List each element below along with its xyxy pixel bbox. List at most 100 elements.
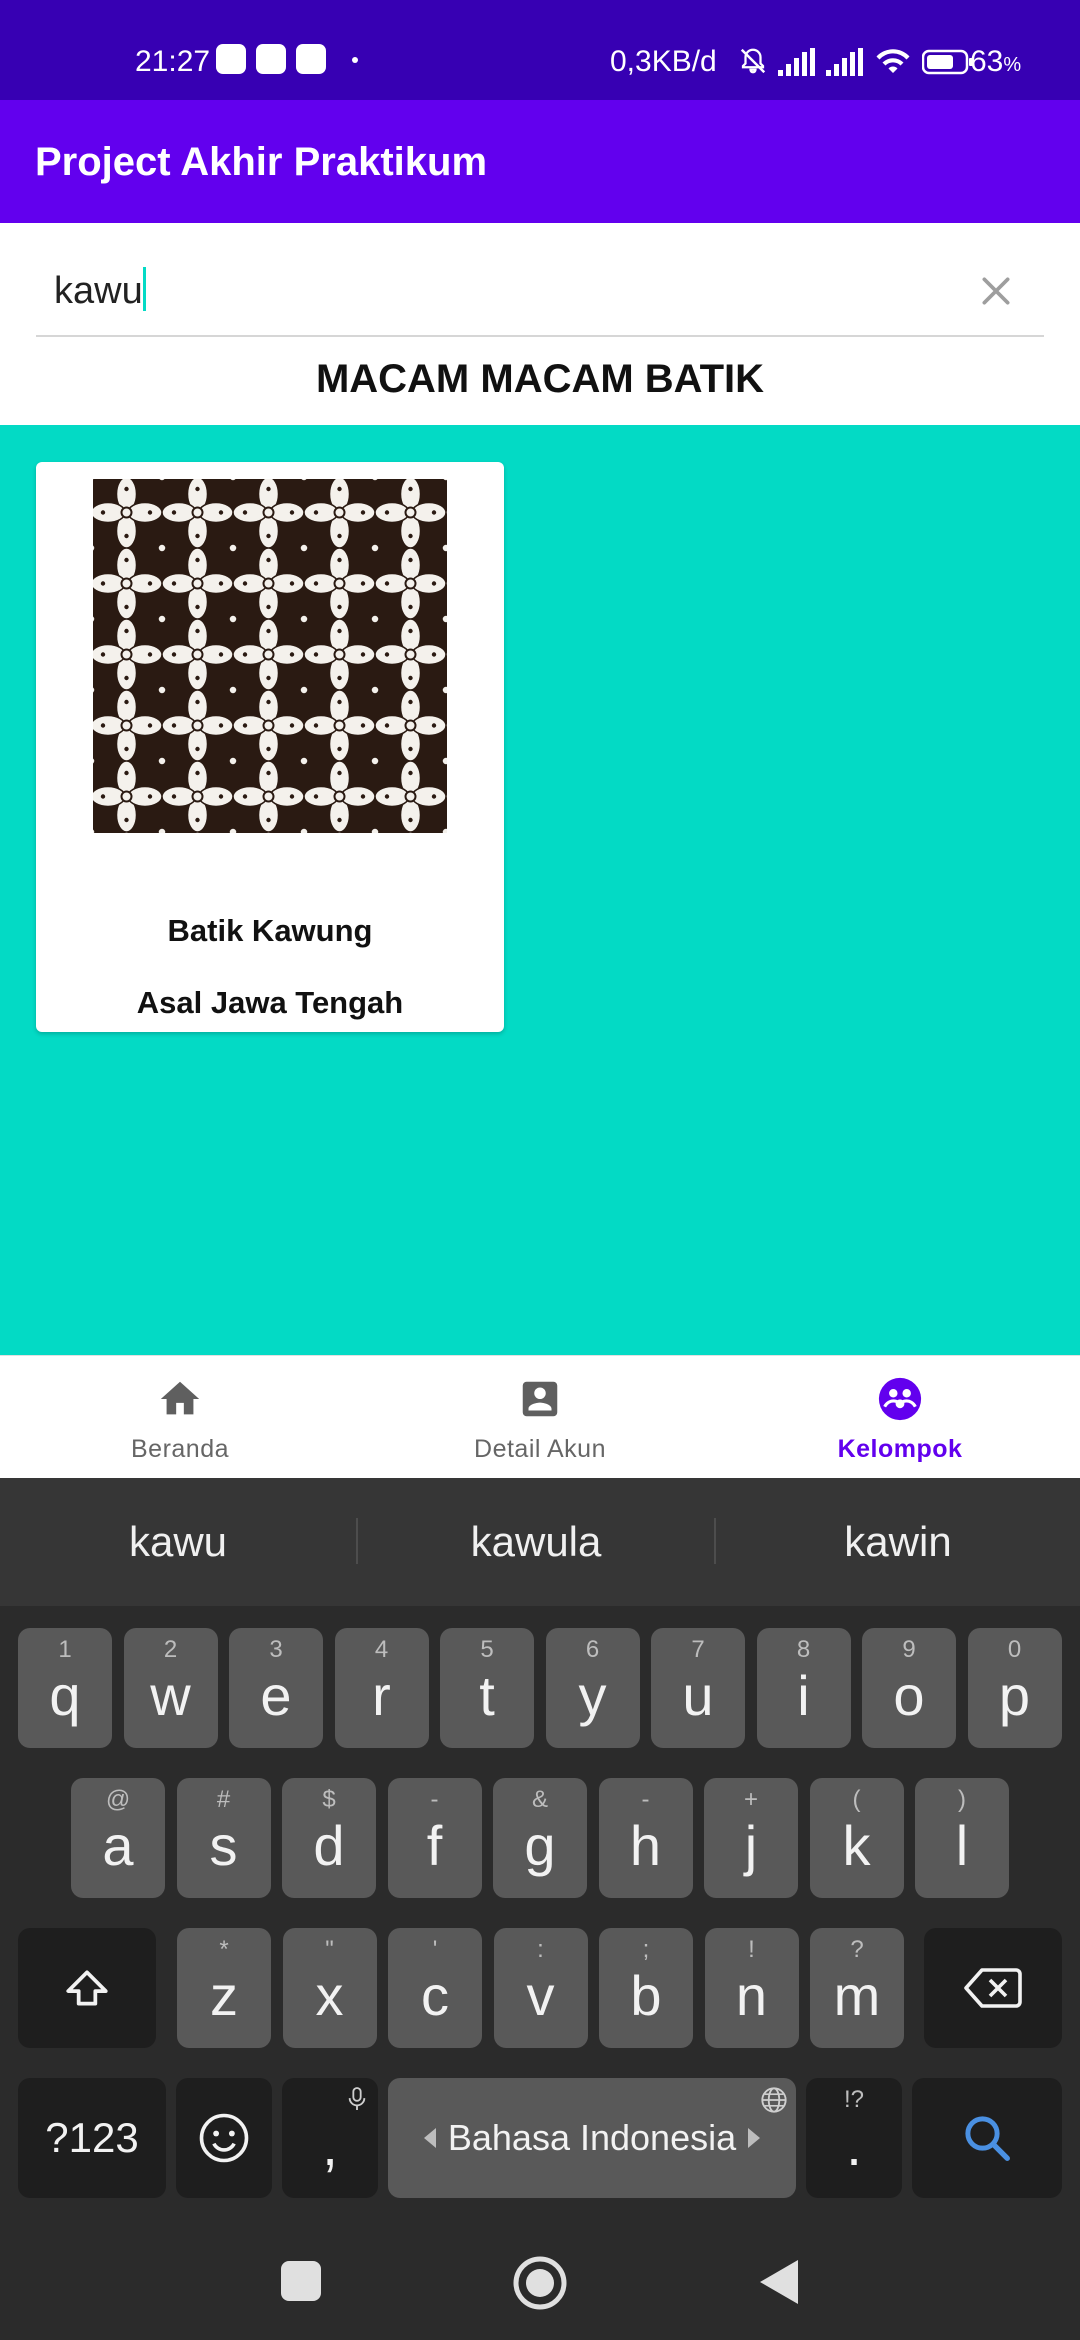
home-button-icon[interactable] xyxy=(512,2255,568,2311)
key-label: g xyxy=(524,1814,556,1877)
key-label: u xyxy=(682,1664,714,1727)
key-t[interactable]: 5t xyxy=(440,1628,534,1748)
key-label: r xyxy=(372,1664,391,1727)
symbols-key-label: ?123 xyxy=(45,2114,139,2161)
network-speed: 0,3KB/d xyxy=(610,45,717,78)
period-key[interactable]: !? . xyxy=(806,2078,902,2198)
key-hint: ! xyxy=(748,1936,755,1963)
batik-origin: Asal Jawa Tengah xyxy=(136,985,404,1020)
key-c[interactable]: ' c xyxy=(388,1928,482,2048)
space-key[interactable]: Bahasa Indonesia xyxy=(388,2078,796,2198)
key-e[interactable]: 3e xyxy=(229,1628,323,1748)
key-l[interactable]: ) l xyxy=(915,1778,1009,1898)
search-input-value[interactable]: kawu xyxy=(54,267,146,314)
status-time: 21:27 xyxy=(135,45,211,78)
key-hint: : xyxy=(537,1936,544,1963)
signal-icon xyxy=(826,48,863,76)
key-k[interactable]: (k xyxy=(809,1778,904,1898)
key-q[interactable]: 1q xyxy=(18,1628,112,1748)
key-hint: + xyxy=(743,1786,758,1813)
key-hint: @ xyxy=(105,1786,131,1813)
key-label: t xyxy=(479,1664,495,1727)
key-hint: 8 xyxy=(796,1636,811,1663)
key-r[interactable]: 4r xyxy=(334,1628,429,1748)
key-b[interactable]: ; b xyxy=(599,1928,693,2048)
key-hint: 7 xyxy=(691,1636,705,1663)
emoji-key[interactable] xyxy=(176,2078,272,2198)
instagram-icon xyxy=(256,44,286,74)
key-hint: # xyxy=(216,1786,231,1813)
text-caret xyxy=(142,267,146,311)
symbols-key[interactable]: ?123 xyxy=(18,2078,166,2198)
key-label: p xyxy=(998,1664,1031,1727)
suggestion-2[interactable]: kawula xyxy=(358,1478,714,1606)
system-navigation-bar xyxy=(0,2220,1080,2340)
key-label: h xyxy=(629,1814,662,1877)
key-z[interactable]: * z xyxy=(177,1928,271,2048)
key-v[interactable]: :v xyxy=(493,1928,588,2048)
nav-label-kelompok: Kelompok xyxy=(837,1435,963,1463)
key-m[interactable]: ? m xyxy=(810,1928,904,2048)
batik-list: Batik Kawung Asal Jawa Tengah xyxy=(0,425,1080,1355)
back-icon[interactable] xyxy=(758,2258,800,2306)
nav-item-kelompok[interactable]: Kelompok xyxy=(720,1356,1080,1479)
comma-key[interactable]: , xyxy=(282,2078,378,2198)
backspace-key[interactable] xyxy=(924,1928,1062,2048)
key-p[interactable]: 0p xyxy=(967,1628,1062,1748)
key-label: d xyxy=(313,1814,345,1877)
key-hint: 0 xyxy=(1007,1636,1022,1663)
status-bar: 21:27 0,3KB/d 63% xyxy=(0,0,1080,100)
close-icon[interactable] xyxy=(976,271,1016,311)
key-label: o xyxy=(893,1664,925,1727)
key-w[interactable]: 2w xyxy=(123,1628,218,1748)
key-label: i xyxy=(797,1664,810,1727)
emoji-icon xyxy=(199,2113,249,2163)
backspace-icon xyxy=(964,1968,1022,2008)
microphone-icon xyxy=(348,2087,366,2110)
key-label: f xyxy=(426,1814,443,1877)
shift-icon xyxy=(66,1970,108,2006)
batik-card[interactable]: Batik Kawung Asal Jawa Tengah xyxy=(36,462,504,1032)
battery-icon xyxy=(922,49,973,75)
key-g[interactable]: & g xyxy=(493,1778,587,1898)
search-key[interactable] xyxy=(912,2078,1062,2198)
key-j[interactable]: + j xyxy=(704,1778,798,1898)
nav-item-detail-akun[interactable]: Detail Akun xyxy=(360,1356,720,1479)
recents-icon[interactable] xyxy=(280,2260,322,2302)
key-label: a xyxy=(102,1814,134,1877)
key-hint: ) xyxy=(958,1786,966,1813)
key-label: q xyxy=(49,1664,81,1727)
home-icon xyxy=(160,1381,200,1415)
key-f[interactable]: -f xyxy=(387,1778,482,1898)
key-h[interactable]: -h xyxy=(598,1778,693,1898)
key-d[interactable]: $ d xyxy=(282,1778,376,1898)
search-input[interactable]: kawu xyxy=(36,249,1044,337)
period-key-hint: !? xyxy=(843,2086,864,2113)
mute-bell-icon xyxy=(740,48,766,74)
suggestion-1[interactable]: kawu xyxy=(0,1478,356,1606)
key-hint: 2 xyxy=(163,1636,178,1663)
key-label: w xyxy=(150,1664,191,1727)
shift-key[interactable] xyxy=(18,1928,156,2048)
suggestion-3[interactable]: kawin xyxy=(716,1478,1080,1606)
nav-item-beranda[interactable]: Beranda xyxy=(0,1356,360,1479)
key-i[interactable]: 8i xyxy=(756,1628,851,1748)
comma-key-label: , xyxy=(322,2114,338,2177)
nav-label-beranda: Beranda xyxy=(130,1435,230,1463)
key-u[interactable]: 7u xyxy=(651,1628,745,1748)
key-a[interactable]: @ a xyxy=(71,1778,165,1898)
key-y[interactable]: 6y xyxy=(545,1628,640,1748)
app-bar: Project Akhir Praktikum xyxy=(0,100,1080,223)
key-o[interactable]: 9o xyxy=(862,1628,956,1748)
key-hint: - xyxy=(430,1786,439,1813)
key-s[interactable]: # s xyxy=(176,1778,271,1898)
key-x[interactable]: " x xyxy=(282,1928,377,2048)
key-label: c xyxy=(421,1964,449,2027)
key-n[interactable]: ! n xyxy=(704,1928,799,2048)
key-label: m xyxy=(833,1964,881,2027)
search-section: kawu MACAM MACAM BATIK xyxy=(0,223,1080,425)
key-label: s xyxy=(209,1814,238,1877)
period-key-label: . xyxy=(846,2114,862,2177)
globe-icon xyxy=(761,2087,787,2113)
bottom-navigation: Beranda Detail Akun Kelompok xyxy=(0,1355,1080,1478)
